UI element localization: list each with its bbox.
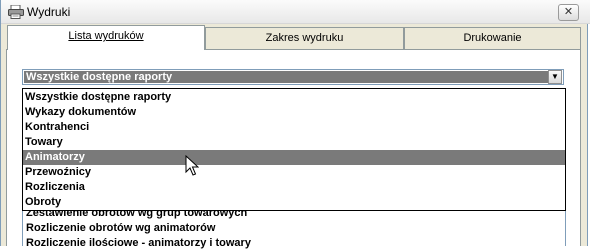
tab-drukowanie[interactable]: Drukowanie <box>404 27 581 49</box>
close-button[interactable]: ✕ <box>558 4 579 21</box>
dropdown-option[interactable]: Kontrahenci <box>23 120 565 135</box>
category-dropdown-list[interactable]: Wszystkie dostępne raporty Wykazy dokume… <box>22 88 566 211</box>
tab-zakres-wydruku[interactable]: Zakres wydruku <box>205 27 404 49</box>
list-item[interactable]: Rozliczenie obrotów wg animatorów <box>23 221 563 235</box>
report-category-select[interactable]: Wszystkie dostępne raporty ▼ <box>22 69 564 85</box>
tab-label: Zakres wydruku <box>265 32 344 44</box>
list-item[interactable]: Rozliczenie ilościowe - animatorzy i tow… <box>23 236 563 250</box>
tab-lista-wydrukow[interactable]: Lista wydruków <box>7 25 205 50</box>
close-icon: ✕ <box>563 6 574 18</box>
dropdown-option[interactable]: Towary <box>23 135 565 150</box>
tab-label: Drukowanie <box>463 32 522 44</box>
dropdown-option[interactable]: Wszystkie dostępne raporty <box>23 90 565 105</box>
dropdown-option[interactable]: Wykazy dokumentów <box>23 105 565 120</box>
mouse-pointer-icon <box>185 154 200 177</box>
select-current-value: Wszystkie dostępne raporty <box>24 71 548 83</box>
print-window: Wydruki ✕ Lista wydruków Zakres wydruku … <box>0 0 590 249</box>
window-title: Wydruki <box>27 5 71 19</box>
dropdown-option[interactable]: Przewoźnicy <box>23 165 565 180</box>
dropdown-option[interactable]: Rozliczenia <box>23 180 565 195</box>
dropdown-option-highlighted[interactable]: Animatorzy <box>23 150 565 165</box>
title-bar[interactable]: Wydruki ✕ <box>1 0 590 24</box>
tab-label: Lista wydruków <box>68 30 144 42</box>
dropdown-option[interactable]: Obroty <box>23 195 565 210</box>
printer-icon <box>8 4 24 19</box>
chevron-down-icon[interactable]: ▼ <box>548 70 562 84</box>
